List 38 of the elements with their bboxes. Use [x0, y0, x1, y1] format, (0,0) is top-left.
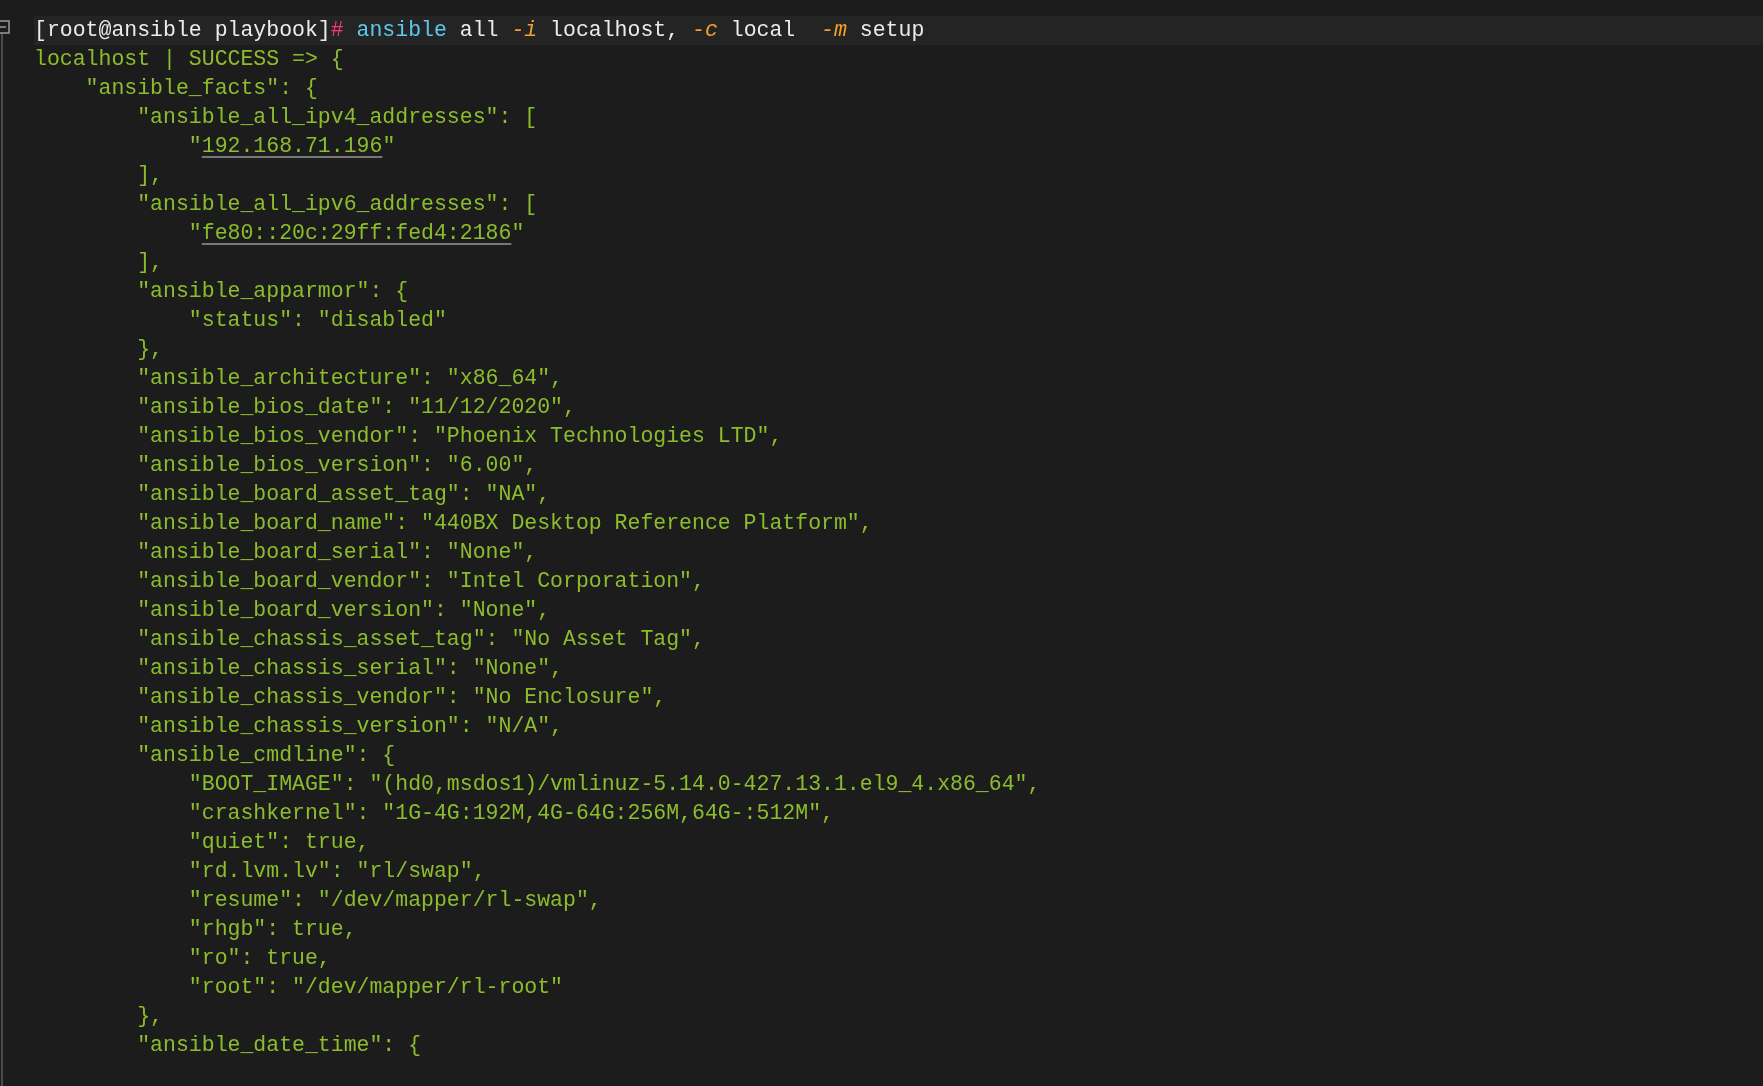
output-line: localhost | SUCCESS => {	[34, 46, 345, 73]
output-line: "ansible_bios_date": "11/12/2020",	[136, 394, 577, 421]
output-line: "ansible_cmdline": {	[136, 742, 397, 769]
output-line: "resume": "/dev/mapper/rl-swap",	[187, 887, 603, 914]
output-line: "ansible_board_asset_tag": "NA",	[136, 481, 552, 508]
output-line: "ansible_board_version": "None",	[136, 597, 552, 624]
output-line: ],	[136, 249, 165, 276]
output-line: "ansible_chassis_serial": "None",	[136, 655, 564, 682]
output-line: "fe80::20c:29ff:fed4:2186"	[187, 220, 526, 247]
output-line: "ansible_bios_version": "6.00",	[136, 452, 539, 479]
output-line: "ansible_bios_vendor": "Phoenix Technologies LTD",	[136, 423, 784, 450]
output-line: ],	[136, 162, 165, 189]
output-line: "192.168.71.196"	[187, 133, 397, 160]
output-line: "ansible_board_name": "440BX Desktop Reference Platform",	[136, 510, 874, 537]
output-line: "ansible_board_vendor": "Intel Corporation",	[136, 568, 706, 595]
output-line: "root": "/dev/mapper/rl-root"	[187, 974, 564, 1001]
output-line: "ansible_facts": {	[84, 75, 319, 102]
output-line: "ansible_apparmor": {	[136, 278, 410, 305]
output-line: },	[136, 336, 165, 363]
output-line: "ansible_board_serial": "None",	[136, 539, 539, 566]
fold-icon[interactable]	[0, 20, 10, 34]
output-line: "ansible_architecture": "x86_64",	[136, 365, 564, 392]
output-line: },	[136, 1003, 165, 1030]
output-line: "ansible_all_ipv6_addresses": [	[136, 191, 539, 218]
output-line: "ro": true,	[187, 945, 332, 972]
output-line: "ansible_all_ipv4_addresses": [	[136, 104, 539, 131]
output-line: "crashkernel": "1G-4G:192M,4G-64G:256M,64G-:512M",	[187, 800, 835, 827]
output-line: "ansible_chassis_version": "N/A",	[136, 713, 564, 740]
output-line: "rhgb": true,	[187, 916, 358, 943]
output-line: "ansible_date_time": {	[136, 1032, 423, 1059]
output-line: "quiet": true,	[187, 829, 371, 856]
address-link[interactable]: fe80::20c:29ff:fed4:2186	[201, 221, 512, 245]
output-line: "rd.lvm.lv": "rl/swap",	[187, 858, 487, 885]
output-line: "ansible_chassis_asset_tag": "No Asset Tag",	[136, 626, 706, 653]
output-line: "BOOT_IMAGE": "(hd0,msdos1)/vmlinuz-5.14.0-427.13.1.el9_4.x86_64",	[187, 771, 1042, 798]
output-line: "status": "disabled"	[187, 307, 448, 334]
address-link[interactable]: 192.168.71.196	[201, 134, 383, 158]
output-line: "ansible_chassis_vendor": "No Enclosure",	[136, 684, 668, 711]
